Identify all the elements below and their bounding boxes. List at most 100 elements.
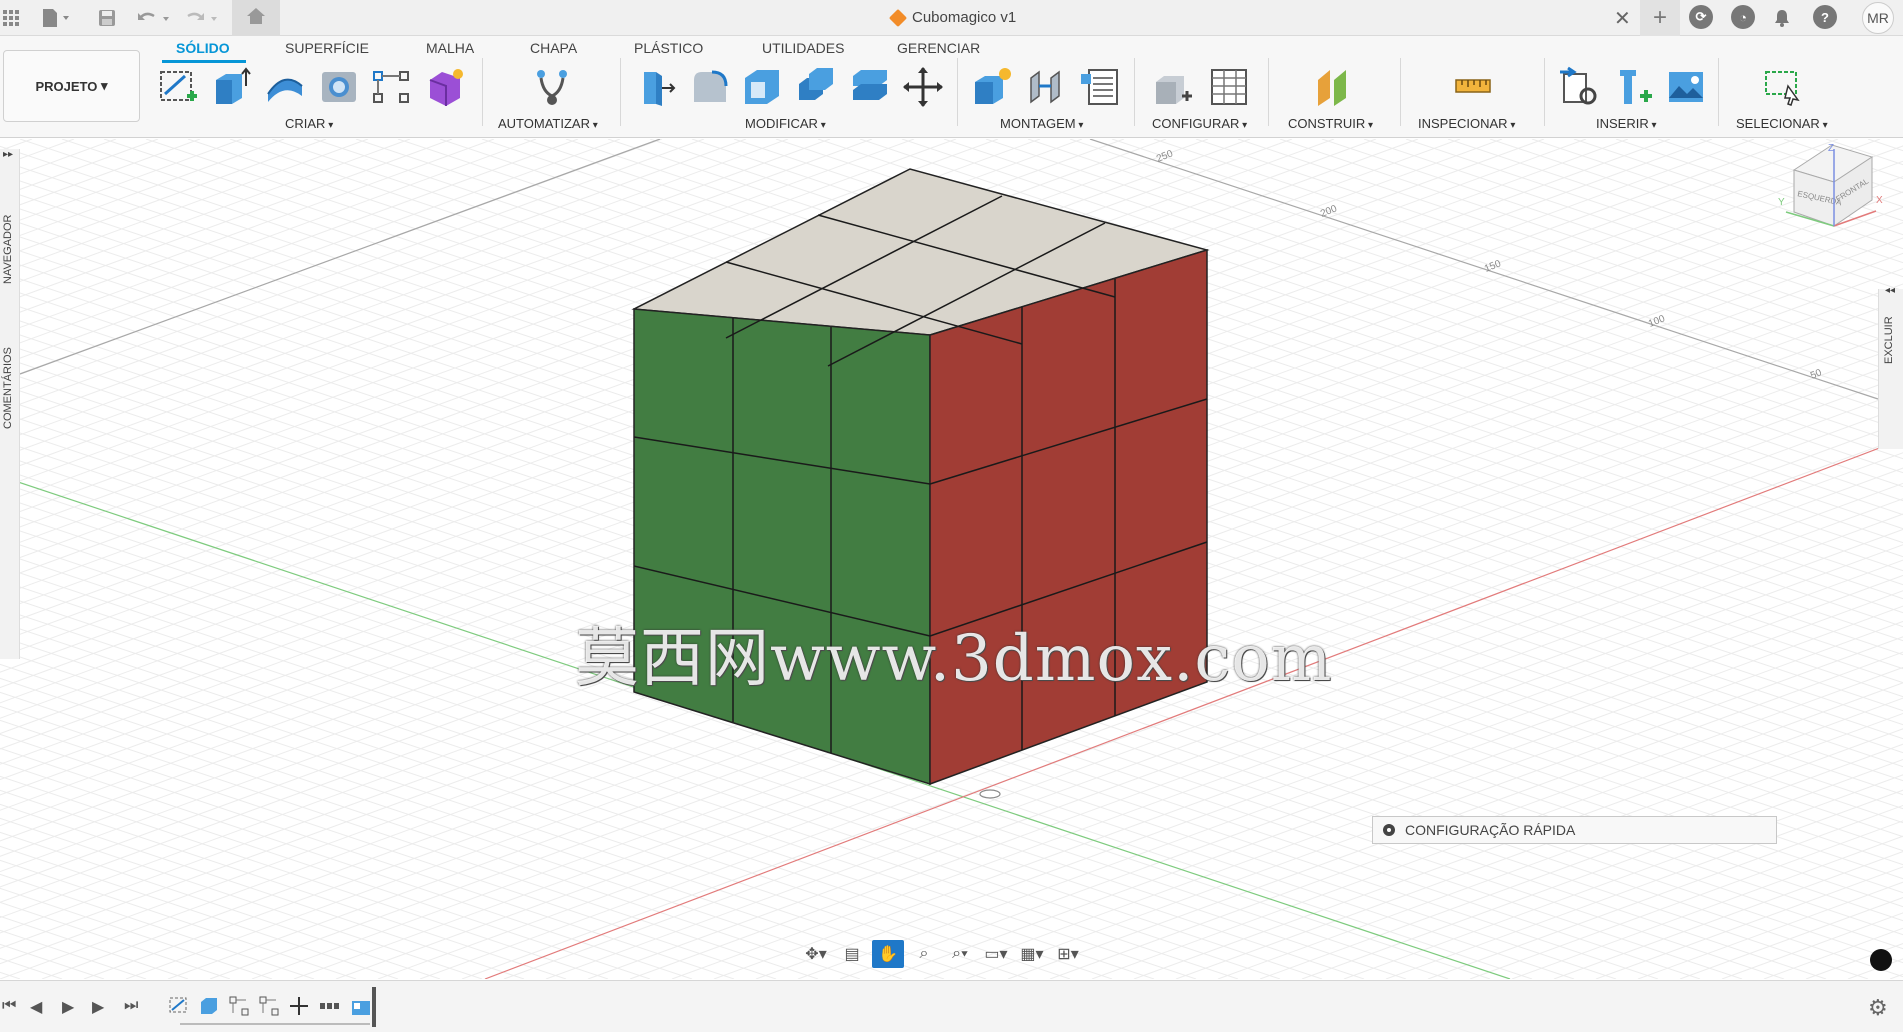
orbit-icon[interactable]: ✥▾ (800, 940, 832, 968)
timeline-extrude-icon[interactable] (198, 995, 220, 1017)
timeline-appearance-icon[interactable] (350, 995, 372, 1017)
user-avatar[interactable]: MR (1862, 2, 1894, 34)
hole-icon[interactable] (318, 66, 360, 108)
combine-icon[interactable] (795, 66, 837, 108)
notifications-icon[interactable] (1770, 4, 1794, 32)
configure-icon[interactable] (1152, 66, 1194, 108)
right-side-panel: ◂◂ EXCLUIR (1878, 285, 1903, 449)
go-to-start-icon[interactable]: ⏮ (2, 997, 16, 1015)
press-pull-icon[interactable] (634, 66, 676, 108)
move-copy-icon[interactable] (902, 66, 944, 108)
insert-canvas-icon[interactable] (1665, 66, 1707, 108)
tab-sheet-metal[interactable]: CHAPA (530, 40, 577, 56)
construct-plane-icon[interactable] (1312, 66, 1354, 108)
timeline-pattern-icon-2[interactable] (258, 995, 280, 1017)
separator (620, 58, 621, 126)
project-dropdown[interactable]: PROJETO ▾ (3, 50, 140, 122)
configuration-table-icon[interactable] (1208, 66, 1250, 108)
step-back-icon[interactable]: ◀ (30, 997, 42, 1017)
navigation-bar: ✥▾ ▤ ✋ ⌕ ⌕▾ ▭▾ ▦▾ ⊞▾ (800, 938, 1084, 970)
create-form-icon[interactable] (424, 66, 466, 108)
display-settings-icon[interactable]: ▭▾ (980, 940, 1012, 968)
help-icon[interactable]: ? (1813, 5, 1837, 29)
redo-icon[interactable] (182, 4, 222, 32)
cube-left-face[interactable] (633, 308, 931, 786)
automate-icon[interactable] (531, 66, 573, 108)
extensions-icon[interactable]: ⟳ (1689, 5, 1713, 29)
collapse-right-icon[interactable]: ◂◂ (1885, 285, 1895, 296)
canvas-viewport[interactable]: 250 200 150 100 50 ESQUERDA FRONTAL X Y … (0, 139, 1903, 979)
pattern-icon[interactable] (370, 66, 412, 108)
document-title-text: Cubomagico v1 (912, 9, 1017, 26)
split-body-icon[interactable] (849, 66, 891, 108)
group-modify[interactable]: MODIFICAR (745, 116, 826, 131)
save-icon[interactable] (94, 4, 120, 32)
grid-settings-icon[interactable]: ▦▾ (1016, 940, 1048, 968)
undo-icon[interactable] (134, 4, 174, 32)
quick-setup-button[interactable]: CONFIGURAÇÃO RÁPIDA (1372, 816, 1777, 844)
comments-panel-tab[interactable]: COMENTÁRIOS (2, 347, 14, 429)
3d-scene[interactable]: 250 200 150 100 50 ESQUERDA FRONTAL X Y … (0, 139, 1903, 979)
grid-line (0, 139, 495, 320)
quick-setup-label: CONFIGURAÇÃO RÁPIDA (1405, 822, 1576, 838)
group-select[interactable]: SELECIONAR (1736, 116, 1828, 131)
timeline-move-icon[interactable] (288, 995, 310, 1017)
close-document-icon[interactable]: ✕ (1614, 6, 1631, 31)
separator (1400, 58, 1401, 126)
fit-icon[interactable]: ⌕▾ (944, 940, 976, 968)
viewports-icon[interactable]: ⊞▾ (1052, 940, 1084, 968)
shell-icon[interactable] (741, 66, 783, 108)
group-automate[interactable]: AUTOMATIZAR (498, 116, 598, 131)
measure-icon[interactable] (1452, 66, 1494, 108)
timeline-track (180, 1023, 370, 1025)
joint-icon[interactable] (1025, 66, 1067, 108)
go-to-end-icon[interactable]: ⏭ (124, 997, 138, 1015)
create-sketch-icon[interactable] (157, 66, 199, 108)
zoom-icon[interactable]: ⌕ (908, 940, 940, 968)
look-at-icon[interactable]: ▤ (836, 940, 868, 968)
document-title: Cubomagico v1 (888, 8, 1017, 27)
grid-line (1279, 139, 1903, 348)
data-panel-icon[interactable] (1870, 949, 1892, 971)
new-tab-button[interactable]: + (1640, 0, 1680, 36)
timeline-pattern-icon[interactable] (228, 995, 250, 1017)
timeline-settings-icon[interactable]: ⚙ (1868, 995, 1888, 1021)
pan-icon[interactable]: ✋ (872, 940, 904, 968)
group-insert[interactable]: INSERIR (1596, 116, 1657, 131)
grid-line (1301, 758, 1903, 979)
tab-utilities[interactable]: UTILIDADES (762, 40, 844, 56)
insert-derive-icon[interactable] (1558, 66, 1600, 108)
tab-manage[interactable]: GERENCIAR (897, 40, 980, 56)
group-configure[interactable]: CONFIGURAR (1152, 116, 1247, 131)
exclude-panel-tab[interactable]: EXCLUIR (1883, 316, 1895, 364)
grid-line (1195, 139, 1903, 376)
play-icon[interactable]: ▶ (62, 997, 74, 1017)
insert-mcmaster-icon[interactable] (1612, 66, 1654, 108)
bill-of-materials-icon[interactable] (1079, 66, 1121, 108)
grid-line (0, 733, 735, 979)
job-status-icon[interactable]: ◔ (1731, 5, 1755, 29)
group-inspect[interactable]: INSPECIONAR (1418, 116, 1515, 131)
timeline-sketch-icon[interactable] (168, 995, 190, 1017)
new-component-icon[interactable] (971, 66, 1013, 108)
group-assemble[interactable]: MONTAGEM (1000, 116, 1083, 131)
timeline-split-icon[interactable] (318, 995, 340, 1017)
home-tab[interactable] (232, 0, 280, 36)
tab-surface[interactable]: SUPERFÍCIE (285, 40, 369, 56)
group-create[interactable]: CRIAR (285, 116, 333, 131)
tab-solid[interactable]: SÓLIDO (176, 40, 230, 56)
expand-left-icon[interactable]: ▸▸ (3, 149, 13, 160)
fillet-icon[interactable] (688, 66, 730, 108)
file-menu-icon[interactable] (38, 4, 74, 32)
timeline-marker[interactable] (372, 987, 376, 1027)
navigator-panel-tab[interactable]: NAVEGADOR (2, 215, 14, 284)
sweep-icon[interactable] (264, 66, 306, 108)
select-icon[interactable] (1762, 66, 1804, 108)
extrude-icon[interactable] (210, 66, 252, 108)
tab-plastic[interactable]: PLÁSTICO (634, 40, 703, 56)
group-construct[interactable]: CONSTRUIR (1288, 116, 1373, 131)
app-grid-icon[interactable] (0, 4, 22, 32)
tab-mesh[interactable]: MALHA (426, 40, 474, 56)
grid-line (0, 845, 399, 979)
step-forward-icon[interactable]: ▶ (92, 997, 104, 1017)
